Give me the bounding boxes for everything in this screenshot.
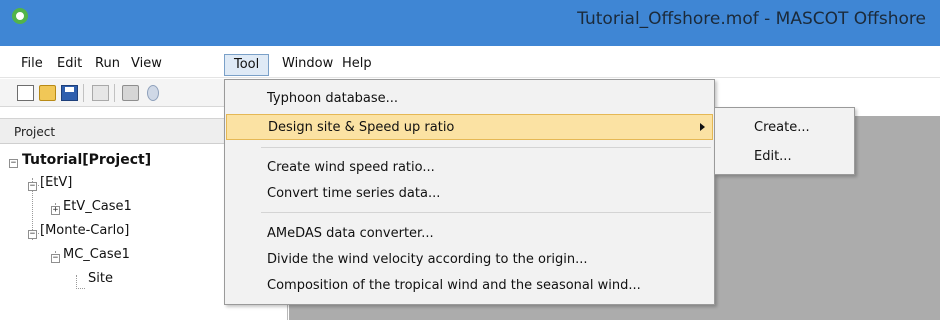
save-icon[interactable]: [61, 85, 78, 101]
toolbar-separator: [83, 84, 84, 102]
menu-item-label: Design site & Speed up ratio: [268, 120, 455, 135]
tree-node-etv[interactable]: [EtV]: [40, 175, 72, 190]
menu-item-label: Divide the wind velocity according to th…: [267, 252, 588, 267]
window-title: Tutorial_Offshore.mof - MASCOT Offshore: [577, 9, 926, 29]
toolbar-separator: [114, 84, 115, 102]
tree-node-site[interactable]: Site: [88, 271, 113, 286]
toolbar: [0, 79, 230, 107]
tree-line: [76, 275, 77, 289]
open-folder-icon[interactable]: [39, 85, 56, 101]
collapse-icon[interactable]: −: [28, 182, 37, 191]
menu-file[interactable]: File: [12, 54, 52, 76]
menu-separator: [261, 147, 711, 148]
tree-node-mc-case1[interactable]: MC_Case1: [63, 247, 130, 262]
submenu-item-edit[interactable]: Edit...: [754, 149, 792, 164]
menu-item-create-wind-speed-ratio[interactable]: Create wind speed ratio...: [226, 155, 713, 181]
collapse-icon[interactable]: −: [9, 159, 18, 168]
menu-item-amedas-converter[interactable]: AMeDAS data converter...: [226, 221, 713, 247]
print-icon[interactable]: [122, 85, 139, 101]
menu-item-label: Typhoon database...: [267, 91, 399, 106]
toolbar-more-icon[interactable]: [147, 85, 159, 101]
menu-item-typhoon-database[interactable]: Typhoon database...: [226, 86, 713, 112]
menu-help[interactable]: Help: [333, 54, 381, 76]
new-file-icon[interactable]: [17, 85, 34, 101]
tool-menu-dropdown: Typhoon database... Design site & Speed …: [224, 79, 715, 305]
title-bar: Tutorial_Offshore.mof - MASCOT Offshore: [0, 0, 940, 46]
menu-separator: [261, 212, 711, 213]
menu-item-design-site[interactable]: Design site & Speed up ratio: [226, 114, 713, 140]
tree-node-project[interactable]: Tutorial[Project]: [22, 152, 151, 168]
tree-node-etv-case1[interactable]: EtV_Case1: [63, 199, 132, 214]
menu-item-label: Convert time series data...: [267, 186, 441, 201]
menu-window[interactable]: Window: [273, 54, 342, 76]
tree-node-monte-carlo[interactable]: [Monte-Carlo]: [40, 223, 129, 238]
menu-view[interactable]: View: [122, 54, 171, 76]
menu-bar: File Edit Run View Tool Window Help: [0, 52, 940, 78]
menu-edit[interactable]: Edit: [48, 54, 91, 76]
submenu-arrow-icon: [700, 123, 705, 131]
menu-item-label: Composition of the tropical wind and the…: [267, 278, 641, 293]
menu-tool[interactable]: Tool: [224, 54, 270, 76]
app-logo-icon: [12, 8, 28, 24]
menu-item-convert-time-series[interactable]: Convert time series data...: [226, 181, 713, 207]
collapse-icon[interactable]: −: [28, 230, 37, 239]
submenu-item-create[interactable]: Create...: [754, 120, 810, 135]
design-site-submenu: Create... Edit...: [714, 107, 855, 175]
project-panel-title: Project: [14, 125, 56, 139]
expand-icon[interactable]: +: [51, 206, 60, 215]
menu-item-divide-wind-velocity[interactable]: Divide the wind velocity according to th…: [226, 247, 713, 273]
menu-item-label: AMeDAS data converter...: [267, 226, 434, 241]
menu-item-label: Create wind speed ratio...: [267, 160, 435, 175]
menu-item-composition-wind[interactable]: Composition of the tropical wind and the…: [226, 273, 713, 299]
copy-icon[interactable]: [92, 85, 109, 101]
tree-line: [76, 288, 85, 289]
collapse-icon[interactable]: −: [51, 254, 60, 263]
